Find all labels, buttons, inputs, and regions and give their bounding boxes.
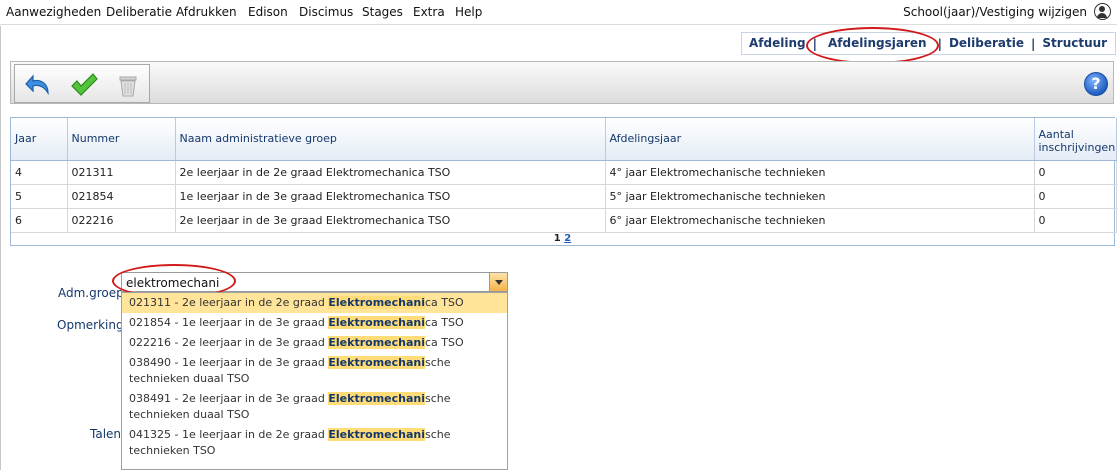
adm-groep-label: Adm.groep bbox=[58, 286, 124, 300]
menu-stages[interactable]: Stages bbox=[362, 5, 403, 19]
cell-nummer: 021854 bbox=[67, 184, 176, 209]
option-match-highlight: Elektromechani bbox=[328, 428, 425, 441]
undo-arrow-icon[interactable] bbox=[24, 71, 54, 99]
talen-label: Talen bbox=[90, 427, 122, 441]
option-match-highlight: Elektromechani bbox=[328, 296, 425, 309]
option-match-highlight: Elektromechani bbox=[328, 336, 425, 349]
column-header-jaar[interactable]: Jaar bbox=[11, 118, 68, 161]
adm-groep-input[interactable]: elektromechani bbox=[126, 276, 219, 290]
cell-jaar: 6 bbox=[11, 208, 68, 233]
cell-nummer: 022216 bbox=[67, 208, 176, 233]
pager-page-link[interactable]: 2 bbox=[564, 233, 571, 244]
cell-aantal: 0 bbox=[1034, 184, 1117, 209]
dropdown-option[interactable]: 038490 - 1e leerjaar in de 3e graad Elek… bbox=[122, 353, 507, 389]
cell-afdelingsjaar: 4° jaar Elektromechanische technieken bbox=[605, 160, 1035, 185]
afdelingsjaren-table: Jaar Nummer Naam administratieve groep A… bbox=[10, 117, 1117, 246]
pager: 1 2 bbox=[11, 233, 1114, 244]
option-text: 021854 - 1e leerjaar in de 3e graad bbox=[129, 316, 329, 329]
option-text: 022216 - 2e leerjaar in de 3e graad bbox=[129, 336, 329, 349]
column-header-aantal[interactable]: Aantal inschrijvingen bbox=[1034, 118, 1117, 161]
tab-deliberatie[interactable]: Deliberatie bbox=[942, 33, 1031, 54]
table-row[interactable]: 5 021854 1e leerjaar in de 3e graad Elek… bbox=[11, 184, 1117, 209]
option-text: 021311 - 2e leerjaar in de 2e graad bbox=[129, 296, 329, 309]
user-circle-icon[interactable] bbox=[1094, 3, 1111, 20]
tab-structuur[interactable]: Structuur bbox=[1035, 33, 1114, 54]
table-row[interactable]: 6 022216 2e leerjaar in de 3e graad Elek… bbox=[11, 208, 1117, 233]
menu-edison[interactable]: Edison bbox=[248, 5, 288, 19]
option-text: 038490 - 1e leerjaar in de 3e graad bbox=[129, 356, 329, 369]
cell-naam: 2e leerjaar in de 2e graad Elektromechan… bbox=[175, 160, 606, 185]
cell-nummer: 021311 bbox=[67, 160, 176, 185]
option-match-highlight: Elektromechani bbox=[328, 356, 425, 369]
tab-afdelingsjaren[interactable]: Afdelingsjaren bbox=[821, 33, 934, 54]
cell-jaar: 5 bbox=[11, 184, 68, 209]
cell-naam: 2e leerjaar in de 3e graad Elektromechan… bbox=[175, 208, 606, 233]
opmerking-label: Opmerking bbox=[57, 318, 124, 332]
option-match-highlight: Elektromechani bbox=[328, 316, 425, 329]
cell-afdelingsjaar: 6° jaar Elektromechanische technieken bbox=[605, 208, 1035, 233]
cell-naam: 1e leerjaar in de 3e graad Elektromechan… bbox=[175, 184, 606, 209]
tab-separator: | bbox=[812, 36, 817, 51]
cell-afdelingsjaar: 5° jaar Elektromechanische technieken bbox=[605, 184, 1035, 209]
dropdown-option[interactable]: 021311 - 2e leerjaar in de 2e graad Elek… bbox=[122, 293, 507, 313]
option-text: 038491 - 2e leerjaar in de 3e graad bbox=[129, 392, 329, 405]
menu-deliberatie[interactable]: Deliberatie bbox=[106, 5, 172, 19]
table-header-row: Jaar Nummer Naam administratieve groep A… bbox=[11, 118, 1117, 161]
trash-bin-icon[interactable] bbox=[113, 71, 143, 99]
option-text: 041325 - 1e leerjaar in de 2e graad bbox=[129, 428, 329, 441]
option-text: ca TSO bbox=[425, 296, 464, 309]
adm-groep-dropdown-list: 021311 - 2e leerjaar in de 2e graad Elek… bbox=[121, 292, 508, 470]
frame-border bbox=[0, 26, 1, 470]
menu-afdrukken[interactable]: Afdrukken bbox=[176, 5, 237, 19]
dropdown-option[interactable]: 021854 - 1e leerjaar in de 3e graad Elek… bbox=[122, 313, 507, 333]
menu-aanwezigheden[interactable]: Aanwezigheden bbox=[6, 5, 101, 19]
option-text: ca TSO bbox=[425, 316, 464, 329]
checkmark-icon[interactable] bbox=[69, 71, 99, 99]
column-header-afdelingsjaar[interactable]: Afdelingsjaar bbox=[605, 118, 1035, 161]
dropdown-option[interactable]: 022216 - 2e leerjaar in de 3e graad Elek… bbox=[122, 333, 507, 353]
toolbar-button-group bbox=[14, 64, 150, 103]
menu-discimus[interactable]: Discimus bbox=[299, 5, 353, 19]
column-header-nummer[interactable]: Nummer bbox=[67, 118, 176, 161]
cell-aantal: 0 bbox=[1034, 160, 1117, 185]
menu-extra[interactable]: Extra bbox=[413, 5, 445, 19]
chevron-down-icon[interactable] bbox=[489, 273, 507, 291]
tab-bar: Afdeling | Afdelingsjaren | Deliberatie … bbox=[741, 32, 1116, 55]
cell-jaar: 4 bbox=[11, 160, 68, 185]
cell-aantal: 0 bbox=[1034, 208, 1117, 233]
option-match-highlight: Elektromechani bbox=[328, 392, 425, 405]
dropdown-option[interactable]: 038491 - 2e leerjaar in de 3e graad Elek… bbox=[122, 389, 507, 425]
dropdown-option[interactable]: 041325 - 1e leerjaar in de 2e graad Elek… bbox=[122, 425, 507, 461]
help-icon[interactable]: ? bbox=[1084, 72, 1108, 96]
column-header-naam[interactable]: Naam administratieve groep bbox=[175, 118, 606, 161]
school-vestiging-link[interactable]: School(jaar)/Vestiging wijzigen bbox=[903, 5, 1087, 19]
tab-afdeling[interactable]: Afdeling bbox=[742, 33, 813, 54]
option-text: ca TSO bbox=[425, 336, 464, 349]
table-row[interactable]: 4 021311 2e leerjaar in de 2e graad Elek… bbox=[11, 160, 1117, 185]
toolbar: ? bbox=[10, 61, 1114, 104]
menu-help[interactable]: Help bbox=[455, 5, 482, 19]
adm-groep-combobox[interactable]: elektromechani bbox=[121, 272, 508, 292]
pager-current-page: 1 bbox=[553, 233, 561, 244]
menu-bar: Aanwezigheden Deliberatie Afdrukken Edis… bbox=[0, 0, 1117, 25]
